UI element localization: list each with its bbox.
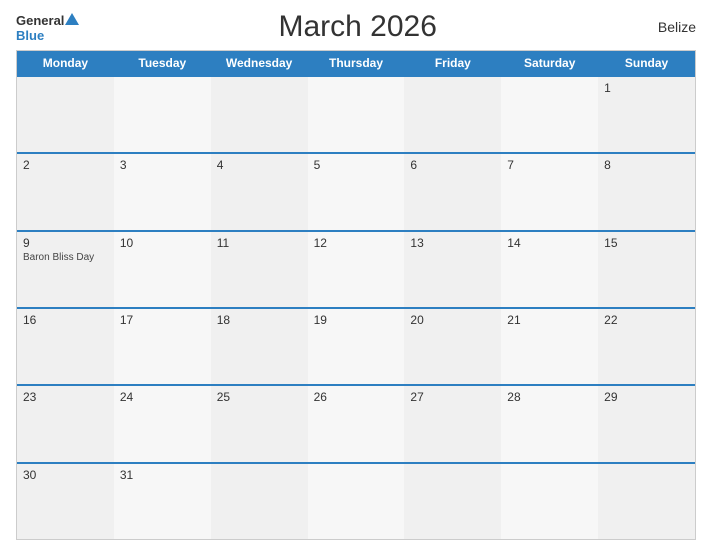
calendar-week: 30 31 xyxy=(17,462,695,539)
header: General Blue March 2026 Belize xyxy=(16,10,696,44)
day-number: 21 xyxy=(507,313,592,327)
calendar-header: MondayTuesdayWednesdayThursdayFridaySatu… xyxy=(17,51,695,75)
calendar-cell: 14 xyxy=(501,232,598,307)
calendar-cell: 23 xyxy=(17,386,114,461)
day-number: 10 xyxy=(120,236,205,250)
calendar-cell: 24 xyxy=(114,386,211,461)
calendar-cell: 26 xyxy=(308,386,405,461)
calendar-cell: 19 xyxy=(308,309,405,384)
calendar-cell xyxy=(17,77,114,152)
weekday-header: Tuesday xyxy=(114,51,211,75)
calendar-cell: 27 xyxy=(404,386,501,461)
calendar-cell: 30 xyxy=(17,464,114,539)
calendar-week: 16 17 18 19 20 21 22 xyxy=(17,307,695,384)
calendar-cell: 10 xyxy=(114,232,211,307)
calendar-cell xyxy=(308,464,405,539)
calendar-cell: 31 xyxy=(114,464,211,539)
day-number: 23 xyxy=(23,390,108,404)
calendar-week: 2345678 xyxy=(17,152,695,229)
day-number: 8 xyxy=(604,158,689,172)
day-number: 30 xyxy=(23,468,108,482)
day-number: 29 xyxy=(604,390,689,404)
calendar-title: March 2026 xyxy=(79,10,636,44)
calendar-cell: 12 xyxy=(308,232,405,307)
calendar-cell: 20 xyxy=(404,309,501,384)
calendar-week: 23 24 25 26 27 28 29 xyxy=(17,384,695,461)
day-number: 19 xyxy=(314,313,399,327)
calendar-cell: 28 xyxy=(501,386,598,461)
calendar-cell: 21 xyxy=(501,309,598,384)
calendar-cell xyxy=(598,464,695,539)
country-label: Belize xyxy=(636,19,696,35)
calendar-cell xyxy=(211,464,308,539)
calendar-cell: 8 xyxy=(598,154,695,229)
weekday-header: Friday xyxy=(404,51,501,75)
calendar-cell: 15 xyxy=(598,232,695,307)
day-number: 11 xyxy=(217,236,302,250)
calendar-cell: 4 xyxy=(211,154,308,229)
logo-general-text: General xyxy=(16,14,64,27)
calendar-cell xyxy=(114,77,211,152)
calendar-week: 1 xyxy=(17,75,695,152)
day-number: 28 xyxy=(507,390,592,404)
day-number: 16 xyxy=(23,313,108,327)
weekday-header: Wednesday xyxy=(211,51,308,75)
calendar-body: 123456789Baron Bliss Day1011121314151617… xyxy=(17,75,695,539)
calendar-cell: 17 xyxy=(114,309,211,384)
calendar-cell: 6 xyxy=(404,154,501,229)
day-number: 18 xyxy=(217,313,302,327)
day-event: Baron Bliss Day xyxy=(23,252,108,263)
day-number: 24 xyxy=(120,390,205,404)
day-number: 12 xyxy=(314,236,399,250)
calendar-cell: 3 xyxy=(114,154,211,229)
page: General Blue March 2026 Belize MondayTue… xyxy=(0,0,712,550)
calendar-cell xyxy=(501,77,598,152)
day-number: 5 xyxy=(314,158,399,172)
calendar-cell: 9 Baron Bliss Day xyxy=(17,232,114,307)
calendar-cell: 7 xyxy=(501,154,598,229)
day-number: 27 xyxy=(410,390,495,404)
calendar-cell xyxy=(404,77,501,152)
calendar-cell: 11 xyxy=(211,232,308,307)
weekday-header: Saturday xyxy=(501,51,598,75)
calendar-cell xyxy=(211,77,308,152)
calendar-cell: 29 xyxy=(598,386,695,461)
calendar-cell xyxy=(404,464,501,539)
calendar-cell: 25 xyxy=(211,386,308,461)
calendar-week: 9 Baron Bliss Day 10 11 12 13 14 15 xyxy=(17,230,695,307)
calendar-cell xyxy=(308,77,405,152)
day-number: 7 xyxy=(507,158,592,172)
logo: General Blue xyxy=(16,13,79,42)
day-number: 31 xyxy=(120,468,205,482)
day-number: 2 xyxy=(23,158,108,172)
day-number: 26 xyxy=(314,390,399,404)
calendar-cell: 2 xyxy=(17,154,114,229)
logo-triangle-icon xyxy=(65,13,79,25)
calendar-cell: 18 xyxy=(211,309,308,384)
calendar-cell: 1 xyxy=(598,77,695,152)
day-number: 22 xyxy=(604,313,689,327)
weekday-header: Sunday xyxy=(598,51,695,75)
weekday-header: Thursday xyxy=(308,51,405,75)
day-number: 20 xyxy=(410,313,495,327)
weekday-header: Monday xyxy=(17,51,114,75)
day-number: 17 xyxy=(120,313,205,327)
calendar-cell: 16 xyxy=(17,309,114,384)
day-number: 25 xyxy=(217,390,302,404)
day-number: 3 xyxy=(120,158,205,172)
logo-blue-text: Blue xyxy=(16,29,44,42)
day-number: 6 xyxy=(410,158,495,172)
day-number: 9 xyxy=(23,236,108,250)
day-number: 15 xyxy=(604,236,689,250)
calendar-cell xyxy=(501,464,598,539)
calendar-cell: 5 xyxy=(308,154,405,229)
calendar-cell: 13 xyxy=(404,232,501,307)
day-number: 4 xyxy=(217,158,302,172)
day-number: 1 xyxy=(604,81,689,95)
calendar-cell: 22 xyxy=(598,309,695,384)
calendar: MondayTuesdayWednesdayThursdayFridaySatu… xyxy=(16,50,696,540)
day-number: 13 xyxy=(410,236,495,250)
day-number: 14 xyxy=(507,236,592,250)
